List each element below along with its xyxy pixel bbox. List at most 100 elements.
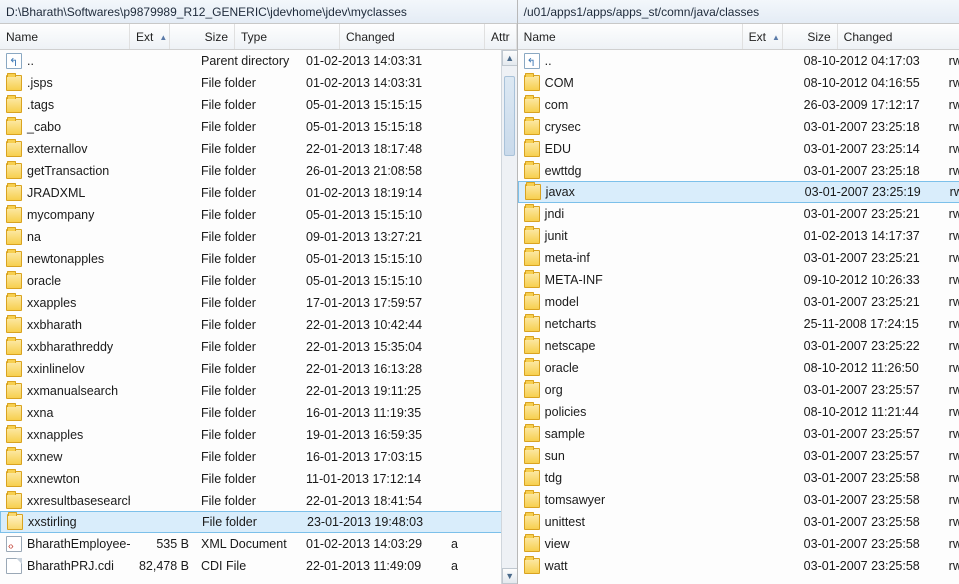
file-name: sun	[545, 445, 565, 467]
file-row[interactable]: externallovFile folder22-01-2013 18:17:4…	[0, 138, 517, 160]
file-size	[743, 203, 798, 225]
file-name-cell: sample	[518, 423, 743, 445]
file-changed: 11-01-2013 17:12:14	[300, 468, 445, 490]
file-row[interactable]: ..Parent directory01-02-2013 14:03:31	[0, 50, 517, 72]
file-changed: 01-02-2013 14:17:37	[798, 225, 943, 247]
file-row[interactable]: meta-inf03-01-2007 23:25:21rwxr-xr-xappl…	[518, 247, 959, 269]
file-name: oracle	[27, 270, 61, 292]
scroll-up-icon[interactable]: ▲	[502, 50, 517, 66]
file-name: xxmanualsearch	[27, 380, 118, 402]
right-col-changed[interactable]: Changed	[838, 24, 959, 49]
file-row[interactable]: getTransactionFile folder26-01-2013 21:0…	[0, 160, 517, 182]
file-row[interactable]: xxbharathFile folder22-01-2013 10:42:44	[0, 314, 517, 336]
file-row[interactable]: netcharts25-11-2008 17:24:15rwxr-xr-xapp…	[518, 313, 959, 335]
file-row[interactable]: org03-01-2007 23:25:57rwxr-xr-xapplm...	[518, 379, 959, 401]
file-row[interactable]: unittest03-01-2007 23:25:58rwxr-xr-xappl…	[518, 511, 959, 533]
file-row[interactable]: mycompanyFile folder05-01-2013 15:15:10	[0, 204, 517, 226]
file-row[interactable]: watt03-01-2007 23:25:58rwxr-xr-xapplm...	[518, 555, 959, 577]
file-changed: 22-01-2013 18:41:54	[300, 490, 445, 512]
file-row[interactable]: tomsawyer03-01-2007 23:25:58rwxr-xr-xapp…	[518, 489, 959, 511]
file-row[interactable]: JRADXMLFile folder01-02-2013 18:19:14	[0, 182, 517, 204]
folder-icon	[524, 272, 540, 288]
file-size	[131, 512, 196, 532]
left-col-size[interactable]: Size	[170, 24, 235, 49]
file-row[interactable]: xxapplesFile folder17-01-2013 17:59:57	[0, 292, 517, 314]
file-row[interactable]: junit01-02-2013 14:17:37rwxr-xr-xapplm..…	[518, 225, 959, 247]
right-col-name[interactable]: Name	[518, 24, 743, 49]
file-row[interactable]: oracle08-10-2012 11:26:50rwxr-xr-xapplm.…	[518, 357, 959, 379]
file-row[interactable]: EDU03-01-2007 23:25:14rwxr-xr-xapplm...	[518, 138, 959, 160]
scroll-thumb[interactable]	[504, 76, 515, 156]
file-row[interactable]: _caboFile folder05-01-2013 15:15:18	[0, 116, 517, 138]
folder-icon	[6, 207, 22, 223]
left-col-type[interactable]: Type	[235, 24, 340, 49]
file-name-cell: ..	[0, 50, 130, 72]
folder-icon	[6, 97, 22, 113]
folder-icon	[6, 75, 22, 91]
file-row[interactable]: xxnewtonFile folder11-01-2013 17:12:14	[0, 468, 517, 490]
file-row[interactable]: xxmanualsearchFile folder22-01-2013 19:1…	[0, 380, 517, 402]
folder-icon	[6, 405, 22, 421]
left-col-name[interactable]: Name	[0, 24, 130, 49]
file-changed: 16-01-2013 17:03:15	[300, 446, 445, 468]
file-size	[743, 116, 798, 138]
file-row[interactable]: policies08-10-2012 11:21:44rwxr-xr-xappl…	[518, 401, 959, 423]
left-col-attr[interactable]: Attr	[485, 24, 517, 49]
file-row[interactable]: com26-03-2009 17:12:17rwxr-xr-xapplm...	[518, 94, 959, 116]
file-rights: rwxr-xr-x	[943, 401, 959, 423]
file-row[interactable]: xxinlinelovFile folder22-01-2013 16:13:2…	[0, 358, 517, 380]
file-row[interactable]: .jspsFile folder01-02-2013 14:03:31	[0, 72, 517, 94]
file-row[interactable]: ..08-10-2012 04:17:03rwxr-xr-xapplm...	[518, 50, 959, 72]
file-row[interactable]: xxnapplesFile folder19-01-2013 16:59:35	[0, 424, 517, 446]
file-rights: rwxr-xr-x	[943, 335, 959, 357]
file-row[interactable]: xxresultbasesearchFile folder22-01-2013 …	[0, 490, 517, 512]
scroll-track[interactable]	[502, 66, 517, 568]
left-rows: ..Parent directory01-02-2013 14:03:31.js…	[0, 50, 517, 577]
right-path[interactable]: /u01/apps1/apps/apps_st/comn/java/classe…	[518, 0, 959, 24]
right-col-size[interactable]: Size	[783, 24, 838, 49]
file-changed: 05-01-2013 15:15:10	[300, 270, 445, 292]
file-row[interactable]: sun03-01-2007 23:25:57rwxr-xr-xapplm...	[518, 445, 959, 467]
file-name-cell: xxnew	[0, 446, 130, 468]
file-row[interactable]: .tagsFile folder05-01-2013 15:15:15	[0, 94, 517, 116]
file-rights: rwxr-xr-x	[943, 269, 959, 291]
file-row[interactable]: sample03-01-2007 23:25:57rwxr-xr-xapplm.…	[518, 423, 959, 445]
folder-icon	[524, 514, 540, 530]
file-row[interactable]: xxnaFile folder16-01-2013 11:19:35	[0, 402, 517, 424]
file-row[interactable]: javax03-01-2007 23:25:19rwxr-xr-xapplm..…	[518, 181, 959, 203]
file-row[interactable]: crysec03-01-2007 23:25:18rwxr-xr-xapplm.…	[518, 116, 959, 138]
file-name-cell: org	[518, 379, 743, 401]
file-row[interactable]: xxstirlingFile folder23-01-2013 19:48:03	[0, 511, 517, 533]
folder-icon	[524, 338, 540, 354]
file-size	[743, 160, 798, 182]
right-col-ext[interactable]: Ext	[743, 24, 783, 49]
file-name-cell: JRADXML	[0, 182, 130, 204]
left-scrollbar[interactable]: ▲ ▼	[501, 50, 517, 584]
file-row[interactable]: jndi03-01-2007 23:25:21rwxr-xr-xapplm...	[518, 203, 959, 225]
folder-icon	[6, 185, 22, 201]
file-row[interactable]: tdg03-01-2007 23:25:58rwxr-xr-xapplm...	[518, 467, 959, 489]
scroll-down-icon[interactable]: ▼	[502, 568, 517, 584]
file-row[interactable]: xxnewFile folder16-01-2013 17:03:15	[0, 446, 517, 468]
file-row[interactable]: BharathEmployee-oc...535 BXML Document01…	[0, 533, 517, 555]
file-row[interactable]: oracleFile folder05-01-2013 15:15:10	[0, 270, 517, 292]
file-row[interactable]: COM08-10-2012 04:16:55rwxr-xr-xapplm...	[518, 72, 959, 94]
folder-icon	[524, 426, 540, 442]
file-row[interactable]: view03-01-2007 23:25:58rwxr-xr-xapplm...	[518, 533, 959, 555]
left-path[interactable]: D:\Bharath\Softwares\p9879989_R12_GENERI…	[0, 0, 517, 24]
file-row[interactable]: xxbharathreddyFile folder22-01-2013 15:3…	[0, 336, 517, 358]
file-row[interactable]: newtonapplesFile folder05-01-2013 15:15:…	[0, 248, 517, 270]
file-changed: 01-02-2013 18:19:14	[300, 182, 445, 204]
left-col-ext[interactable]: Ext	[130, 24, 170, 49]
folder-icon	[524, 470, 540, 486]
file-size: 535 B	[130, 533, 195, 555]
file-row[interactable]: model03-01-2007 23:25:21rwxr-xr-xapplm..…	[518, 291, 959, 313]
file-row[interactable]: BharathPRJ.cdi82,478 BCDI File22-01-2013…	[0, 555, 517, 577]
file-name-cell: netcharts	[518, 313, 743, 335]
left-col-changed[interactable]: Changed	[340, 24, 485, 49]
file-row[interactable]: naFile folder09-01-2013 13:27:21	[0, 226, 517, 248]
file-row[interactable]: META-INF09-10-2012 10:26:33rwxr-xr-xappl…	[518, 269, 959, 291]
file-row[interactable]: ewttdg03-01-2007 23:25:18rwxr-xr-xapplm.…	[518, 160, 959, 182]
file-type: File folder	[195, 336, 300, 358]
file-row[interactable]: netscape03-01-2007 23:25:22rwxr-xr-xappl…	[518, 335, 959, 357]
